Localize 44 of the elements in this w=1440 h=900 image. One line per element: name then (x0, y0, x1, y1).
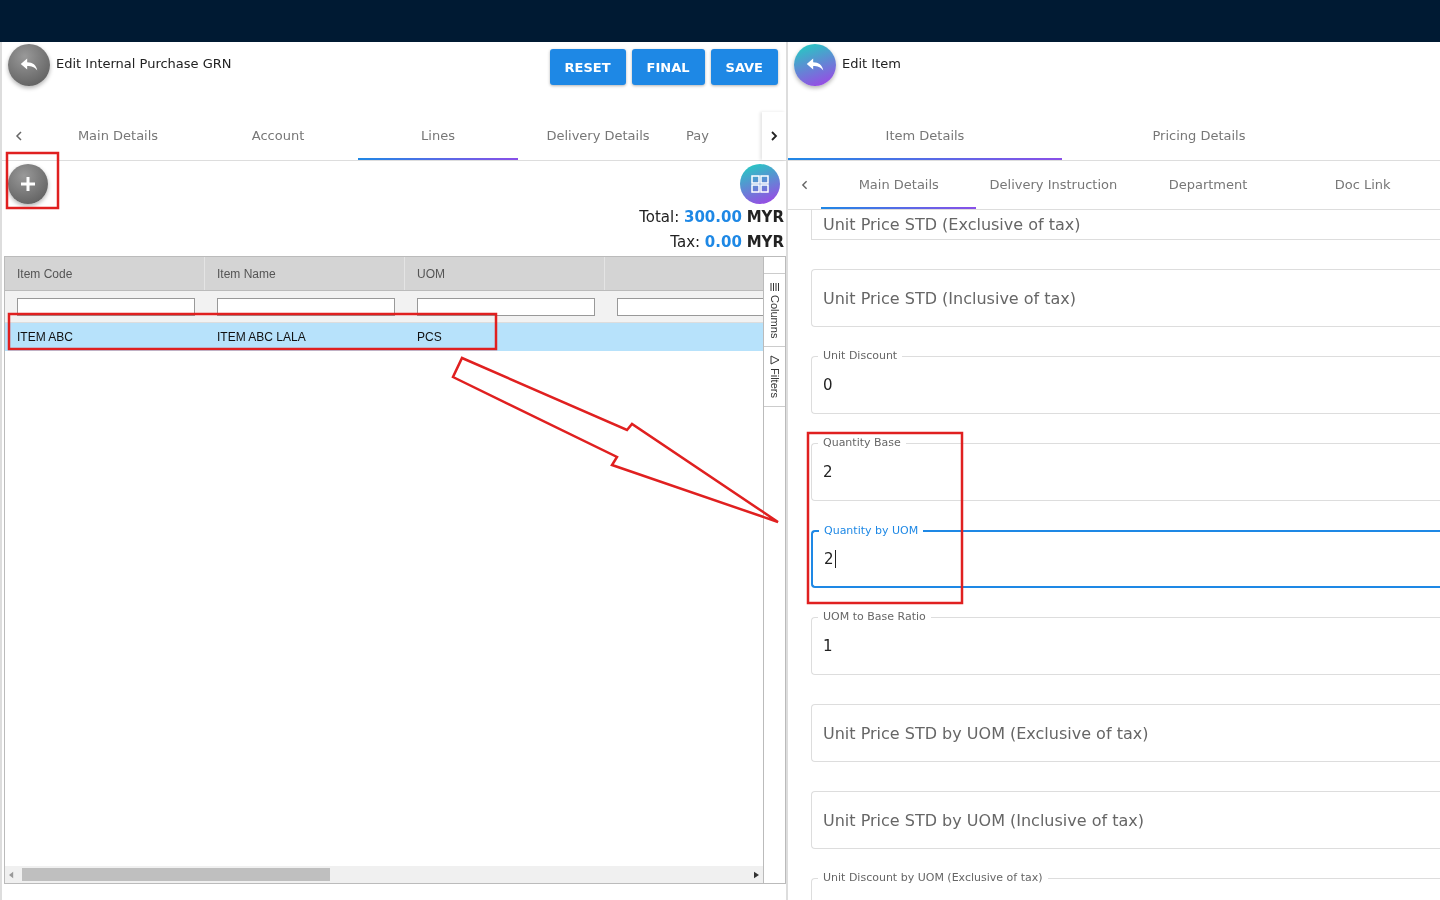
tab[interactable]: Main Details (38, 112, 198, 160)
chevron-left-icon[interactable] (14, 131, 24, 141)
back-button[interactable] (8, 44, 50, 86)
chevron-right-icon (769, 131, 779, 141)
scroll-right-button[interactable] (762, 112, 786, 160)
scroll-left-icon[interactable] (9, 870, 14, 879)
column-header[interactable]: UOM (405, 257, 605, 290)
tab[interactable]: Delivery Details (518, 112, 678, 160)
column-header[interactable]: Item Code (5, 257, 205, 290)
columns-icon (769, 282, 780, 292)
table-cell-text: PCS (416, 330, 443, 344)
back-button[interactable] (794, 44, 836, 86)
page-title: Edit Internal Purchase GRN (56, 56, 232, 71)
plus-icon (18, 174, 38, 194)
grid-icon (750, 174, 770, 194)
filter-input[interactable] (617, 297, 763, 316)
tab[interactable]: Lines (358, 112, 518, 160)
tab[interactable]: Doc Link (1285, 161, 1440, 209)
action-button[interactable]: RESET (549, 49, 626, 85)
tab[interactable]: Account (198, 112, 358, 160)
filter-icon (769, 355, 780, 366)
grid-view-button[interactable] (740, 164, 780, 204)
tab[interactable]: Delivery Instruction (976, 161, 1131, 209)
scroll-right-icon[interactable] (754, 870, 759, 879)
table-cell-text: ITEM ABC (16, 330, 74, 344)
table-cell-text: ITEM ABC LALA (216, 330, 307, 344)
chevron-left-icon[interactable] (800, 180, 810, 190)
add-button[interactable] (8, 164, 48, 204)
tab[interactable]: Main Details (821, 161, 977, 209)
horizontal-scrollbar[interactable] (5, 866, 763, 883)
tab[interactable]: Pricing Details (1062, 112, 1336, 160)
annotation-box (5, 151, 60, 210)
table-row[interactable]: ITEM ABC ITEM ABC LALA PCS (5, 323, 763, 351)
tab[interactable]: Pay (678, 112, 718, 160)
input-field[interactable]: Unit Price STD (Exclusive of tax) (811, 210, 1440, 240)
action-button[interactable]: FINAL (631, 49, 705, 85)
action-button[interactable]: SAVE (710, 49, 778, 85)
tab[interactable]: Department (1130, 161, 1286, 209)
column-header[interactable]: Item Name (205, 257, 405, 290)
tax-label: Tax: 0.00 MYR (670, 232, 784, 253)
filter-input[interactable] (417, 297, 595, 316)
total-label: Total: 300.00 MYR (639, 207, 784, 228)
page-title: Edit Item (842, 56, 901, 71)
tab[interactable]: Item Details (788, 112, 1062, 160)
